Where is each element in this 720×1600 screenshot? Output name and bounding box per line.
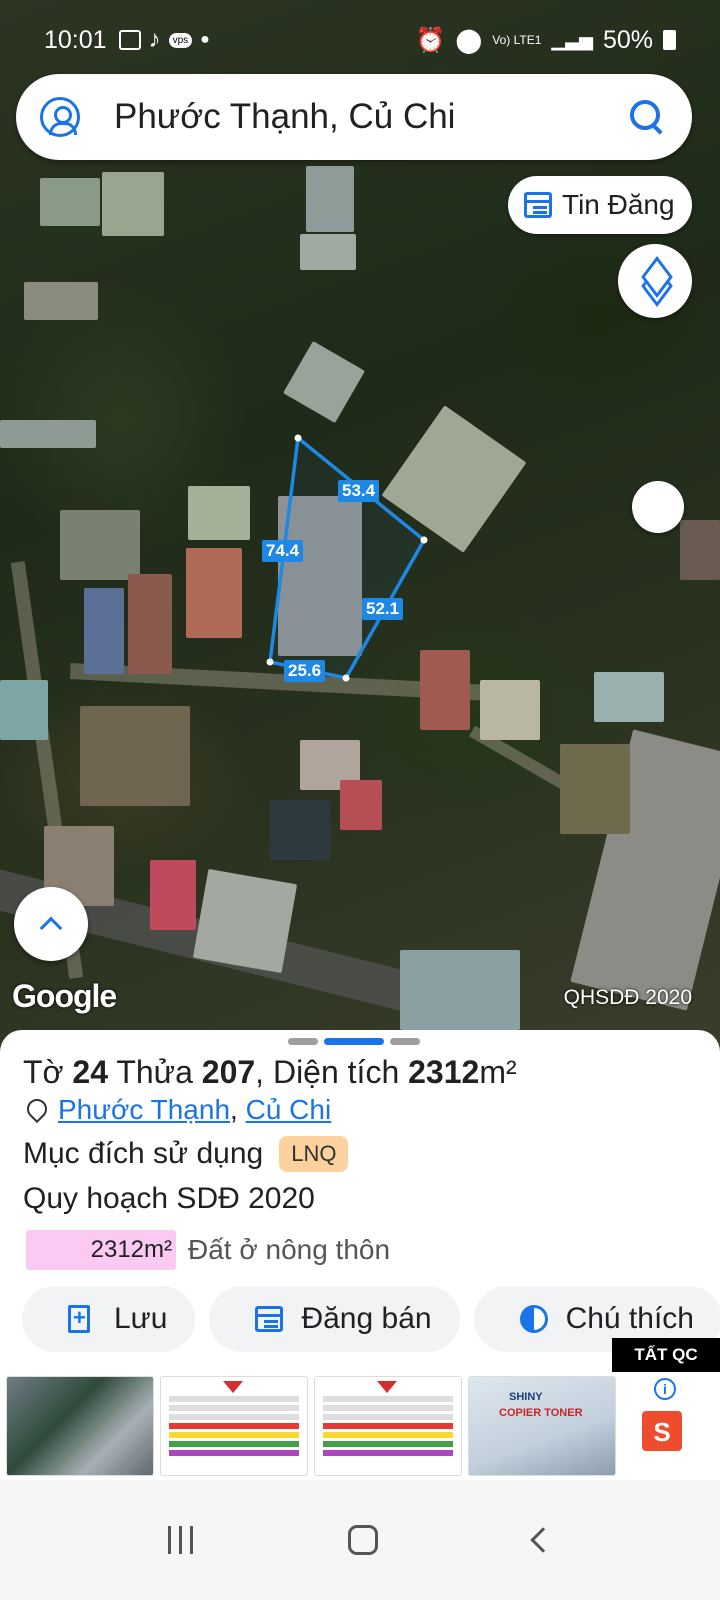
sheet-handle[interactable]	[288, 1038, 420, 1045]
shopee-icon: S	[642, 1411, 682, 1451]
vptech-table-image[interactable]	[314, 1376, 462, 1476]
usage-code-badge: LNQ	[279, 1136, 349, 1172]
measure-top-edge: 53.4	[338, 480, 380, 502]
usage-label: Mục đích sử dụng	[23, 1137, 264, 1170]
copier-toner-image[interactable]: SHINY COPIER TONER	[468, 1376, 616, 1476]
district-link[interactable]: Củ Chi	[246, 1094, 332, 1126]
layers-icon	[640, 266, 670, 296]
tiktok-icon: ♪	[148, 26, 161, 53]
calendar-icon	[255, 1306, 284, 1332]
gallery-icon	[118, 30, 141, 50]
network-label: Vo) LTE1	[492, 33, 542, 47]
map-layer-label: QHSDĐ 2020	[563, 986, 692, 1009]
post-for-sale-button[interactable]: Đăng bán	[209, 1286, 460, 1352]
ward-link[interactable]: Phước Thạnh	[58, 1094, 230, 1126]
signal-icon: ▁▃▅	[551, 29, 593, 50]
file-add-icon	[68, 1305, 90, 1333]
plan-label: Quy hoạch SDĐ 2020	[23, 1182, 315, 1215]
layers-button[interactable]	[618, 244, 692, 318]
save-label: Lưu	[114, 1302, 168, 1335]
home-button[interactable]	[348, 1525, 379, 1555]
satellite-map[interactable]: 53.4 74.4 52.1 25.6 10:01 ♪ vps ● ⏰ ⬤ Vo…	[0, 0, 720, 1060]
status-bar: 10:01 ♪ vps ● ⏰ ⬤ Vo) LTE1 ▁▃▅ 50%	[0, 0, 720, 80]
search-bar[interactable]: Phước Thạnh, Củ Chi	[16, 74, 692, 160]
google-attribution: Google	[12, 978, 117, 1014]
opacity-slider-knob[interactable]	[632, 481, 684, 533]
half-circle-icon	[519, 1305, 548, 1333]
vptech-logo	[223, 1381, 243, 1395]
location-icon: ⬤	[455, 26, 483, 54]
circuit-board-image[interactable]	[6, 1376, 154, 1476]
sheet-label: Tờ	[23, 1054, 64, 1090]
post-for-sale-label: Đăng bán	[301, 1302, 432, 1335]
expand-button[interactable]	[14, 887, 88, 961]
area-label: , Diện tích	[255, 1054, 400, 1090]
vptech-logo	[377, 1381, 397, 1395]
toner-title: COPIER TONER	[499, 1407, 583, 1419]
save-button[interactable]: Lưu	[22, 1286, 196, 1352]
tin-dang-button[interactable]: Tin Đăng	[508, 176, 692, 234]
toner-brand: SHINY	[509, 1391, 543, 1403]
parcel-title: Tờ 24 Thửa 207, Diện tích 2312m²	[23, 1054, 517, 1091]
account-icon[interactable]	[40, 97, 80, 137]
battery-icon	[663, 30, 676, 50]
plan-type: Đất ở nông thôn	[188, 1234, 391, 1265]
shopee-ad[interactable]: i S	[622, 1376, 702, 1476]
chevron-up-icon	[39, 916, 63, 940]
location-pin-icon	[26, 1099, 44, 1121]
ad-info-icon[interactable]: i	[654, 1378, 676, 1400]
status-time: 10:01	[44, 25, 107, 54]
dot-icon: ●	[200, 31, 210, 48]
area-value: 2312	[408, 1054, 480, 1090]
plot-label: Thửa	[116, 1054, 193, 1090]
ad-banner[interactable]: SHINY COPIER TONER i S	[0, 1372, 720, 1480]
close-ads-button[interactable]: TẤT QC	[612, 1338, 720, 1372]
system-nav-bar	[0, 1480, 720, 1600]
battery-percent: 50%	[602, 25, 653, 54]
area-unit: m²	[479, 1054, 517, 1090]
calendar-icon	[524, 192, 552, 218]
measure-bottom-edge: 25.6	[284, 660, 326, 682]
plan-legend-row: 2312m² Đất ở nông thôn	[26, 1230, 390, 1270]
vps-icon: vps	[168, 32, 193, 48]
plan-area: 2312m²	[26, 1230, 176, 1270]
measure-right-edge: 52.1	[362, 598, 404, 620]
alarm-icon: ⏰	[415, 26, 446, 54]
measure-left-edge: 74.4	[262, 540, 304, 562]
search-input[interactable]: Phước Thạnh, Củ Chi	[114, 97, 455, 137]
plot-number: 207	[201, 1054, 256, 1090]
tin-dang-label: Tin Đăng	[562, 189, 675, 220]
vptech-table-image[interactable]	[160, 1376, 308, 1476]
legend-label: Chú thích	[565, 1302, 694, 1335]
parcel-location: Phước Thạnh, Củ Chi	[26, 1094, 331, 1126]
back-button[interactable]	[530, 1527, 556, 1553]
recent-apps-button[interactable]	[167, 1526, 193, 1554]
sheet-number: 24	[72, 1054, 109, 1090]
usage-row: Mục đích sử dụng LNQ	[23, 1136, 349, 1172]
search-icon[interactable]	[630, 100, 664, 134]
